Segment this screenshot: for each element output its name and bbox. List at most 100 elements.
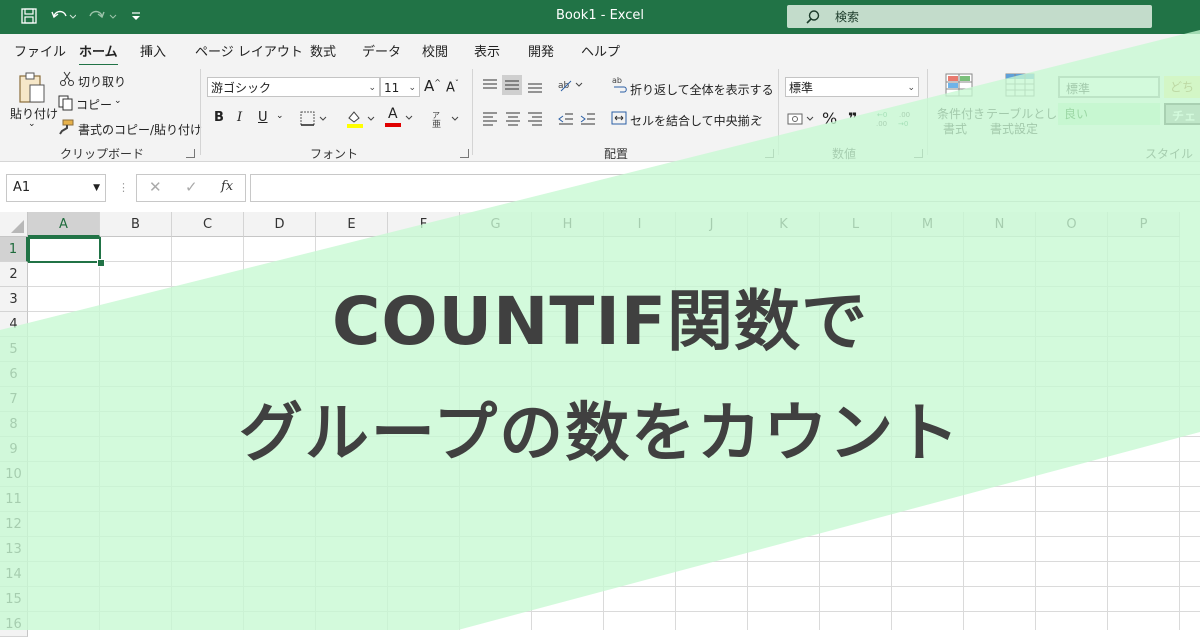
name-box[interactable]: A1 ▼: [6, 174, 106, 202]
copy-button[interactable]: コピー: [76, 96, 112, 113]
row-header-13[interactable]: 13: [0, 537, 28, 562]
increase-decimal-icon[interactable]: ←0.00: [876, 109, 896, 132]
merge-center-button[interactable]: セルを結合して中央揃え: [630, 112, 762, 129]
row-header-8[interactable]: 8: [0, 412, 28, 437]
cancel-icon[interactable]: ✕: [149, 178, 162, 196]
column-header-m[interactable]: M: [892, 212, 964, 237]
borders-icon[interactable]: [300, 111, 330, 130]
bold-button[interactable]: B: [214, 110, 224, 125]
row-header-16[interactable]: 16: [0, 612, 28, 637]
search-box[interactable]: 検索: [787, 5, 1152, 28]
select-all-button[interactable]: [0, 212, 28, 237]
conditional-formatting-icon[interactable]: [945, 73, 973, 100]
font-name-select[interactable]: 游ゴシック ⌄: [207, 77, 380, 97]
column-header-i[interactable]: I: [604, 212, 676, 237]
number-format-select[interactable]: 標準 ⌄: [785, 77, 919, 97]
column-header-b[interactable]: B: [100, 212, 172, 237]
row-header-1[interactable]: 1: [0, 237, 28, 262]
column-header-c[interactable]: C: [172, 212, 244, 237]
number-launcher-icon[interactable]: [914, 149, 923, 158]
format-as-table-icon[interactable]: [1005, 73, 1035, 100]
tab-file[interactable]: ファイル: [14, 41, 66, 60]
paste-icon[interactable]: [16, 71, 48, 108]
underline-dropdown-icon[interactable]: ⌄: [276, 111, 284, 121]
font-color-icon[interactable]: A: [383, 106, 417, 131]
tab-formulas[interactable]: 数式: [310, 41, 336, 60]
insert-function-button[interactable]: fx: [221, 179, 233, 194]
align-middle-icon[interactable]: [502, 75, 522, 95]
column-header-f[interactable]: F: [388, 212, 460, 237]
align-bottom-icon[interactable]: [527, 77, 543, 96]
comma-style-button[interactable]: ❞: [848, 109, 857, 128]
style-check-cell[interactable]: チェ: [1164, 103, 1200, 125]
column-header-o[interactable]: O: [1036, 212, 1108, 237]
italic-button[interactable]: I: [237, 110, 242, 125]
row-header-5[interactable]: 5: [0, 337, 28, 362]
column-header-p[interactable]: P: [1108, 212, 1180, 237]
tab-review[interactable]: 校閲: [422, 41, 448, 60]
decrease-indent-icon[interactable]: [558, 111, 574, 130]
row-header-11[interactable]: 11: [0, 487, 28, 512]
increase-font-size-button[interactable]: A^: [424, 77, 441, 95]
alignment-launcher-icon[interactable]: [765, 149, 774, 158]
row-header-6[interactable]: 6: [0, 362, 28, 387]
font-launcher-icon[interactable]: [460, 149, 469, 158]
tab-help[interactable]: ヘルプ: [581, 41, 620, 60]
column-header-k[interactable]: K: [748, 212, 820, 237]
tab-developer[interactable]: 開発: [528, 41, 554, 60]
copy-dropdown-icon[interactable]: ⌄: [114, 96, 122, 106]
cut-button[interactable]: 切り取り: [78, 73, 126, 90]
increase-indent-icon[interactable]: [580, 111, 596, 130]
active-cell[interactable]: [28, 237, 101, 263]
cells[interactable]: [28, 237, 1200, 630]
row-header-3[interactable]: 3: [0, 287, 28, 312]
row-header-14[interactable]: 14: [0, 562, 28, 587]
column-header-j[interactable]: J: [676, 212, 748, 237]
accounting-format-icon[interactable]: [787, 111, 817, 130]
row-header-15[interactable]: 15: [0, 587, 28, 612]
align-top-icon[interactable]: [482, 77, 498, 96]
column-header-e[interactable]: E: [316, 212, 388, 237]
row-header-4[interactable]: 4: [0, 312, 28, 337]
row-header-2[interactable]: 2: [0, 262, 28, 287]
row-header-7[interactable]: 7: [0, 387, 28, 412]
font-size-select[interactable]: 11 ⌄: [380, 77, 420, 97]
column-header-d[interactable]: D: [244, 212, 316, 237]
column-header-l[interactable]: L: [820, 212, 892, 237]
format-painter-button[interactable]: 書式のコピー/貼り付け: [78, 121, 202, 138]
paste-dropdown-icon[interactable]: ⌄: [28, 119, 36, 129]
row-header-9[interactable]: 9: [0, 437, 28, 462]
column-header-g[interactable]: G: [460, 212, 532, 237]
tab-home[interactable]: ホーム: [79, 41, 118, 66]
enter-icon[interactable]: ✓: [185, 178, 198, 196]
tab-insert[interactable]: 挿入: [140, 41, 166, 60]
row-header-10[interactable]: 10: [0, 462, 28, 487]
style-normal[interactable]: 標準: [1058, 76, 1160, 98]
phonetic-guide-icon[interactable]: ア亜: [430, 109, 462, 132]
row-header-12[interactable]: 12: [0, 512, 28, 537]
column-header-n[interactable]: N: [964, 212, 1036, 237]
style-neutral[interactable]: どち: [1164, 76, 1200, 98]
align-center-icon[interactable]: [505, 111, 521, 130]
formula-input[interactable]: [250, 174, 1200, 202]
align-left-icon[interactable]: [482, 111, 498, 130]
tab-page-layout[interactable]: ページ レイアウト: [195, 41, 303, 60]
worksheet-grid: ABCDEFGHIJKLMNOP 1 2 3 4 5 6 7 8 9 10 11 12 13 14 15 16: [0, 212, 1200, 637]
splitter-icon[interactable]: ⋮: [118, 181, 129, 194]
clipboard-launcher-icon[interactable]: [186, 149, 195, 158]
fill-handle[interactable]: [97, 259, 105, 267]
fill-color-icon[interactable]: [345, 109, 379, 132]
column-header-a[interactable]: A: [28, 212, 100, 237]
style-good[interactable]: 良い: [1058, 103, 1160, 125]
column-header-h[interactable]: H: [532, 212, 604, 237]
underline-button[interactable]: U: [258, 110, 268, 125]
orientation-icon[interactable]: ab: [558, 77, 586, 96]
tab-data[interactable]: データ: [362, 41, 401, 60]
tab-view[interactable]: 表示: [474, 41, 500, 60]
align-right-icon[interactable]: [527, 111, 543, 130]
wrap-text-button[interactable]: 折り返して全体を表示する: [630, 81, 774, 98]
decrease-decimal-icon[interactable]: .00 →0: [898, 109, 918, 132]
percent-button[interactable]: %: [822, 109, 837, 128]
merge-dropdown-icon[interactable]: ⌄: [756, 112, 764, 122]
decrease-font-size-button[interactable]: Aˇ: [446, 79, 459, 95]
